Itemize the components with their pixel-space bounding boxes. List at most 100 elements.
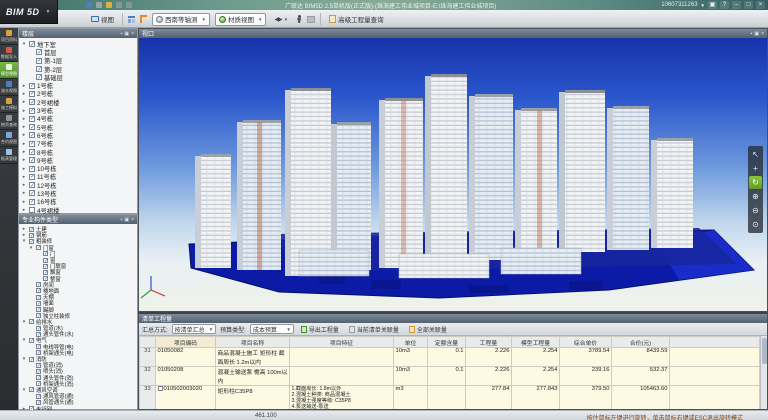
checkbox[interactable] bbox=[36, 326, 41, 331]
tree-item-地下室[interactable]: ▾地下室 bbox=[21, 40, 136, 48]
checkbox[interactable] bbox=[29, 83, 35, 89]
budget-type-dropdown[interactable]: 成本预算 ▼ bbox=[250, 324, 294, 334]
column-header[interactable]: 单位 bbox=[394, 337, 428, 348]
expander-icon[interactable]: ▾ bbox=[21, 356, 27, 362]
expander-icon[interactable]: ▸ bbox=[21, 83, 27, 89]
unit-cell[interactable]: 10m3 bbox=[394, 348, 428, 367]
nav-item-合约视图[interactable]: 合约视图 bbox=[0, 130, 18, 147]
unit-cell[interactable]: 10m3 bbox=[394, 367, 428, 386]
row-number[interactable]: 33 bbox=[140, 386, 156, 410]
app-logo[interactable]: BIM 5D ▼ bbox=[0, 0, 58, 24]
checkbox[interactable] bbox=[29, 319, 34, 324]
nav-item-模型视图[interactable]: 模型视图 bbox=[0, 62, 18, 79]
checkbox[interactable] bbox=[29, 141, 35, 147]
feature-cell[interactable]: 1.截面周长: 1.8m以外 2.混凝土种类: 商品混凝土 3.混凝土强度等级:… bbox=[290, 386, 394, 410]
tree-item-首层[interactable]: 首层 bbox=[21, 48, 136, 56]
checkbox[interactable] bbox=[29, 132, 35, 138]
checkbox[interactable] bbox=[36, 332, 41, 337]
expander-icon[interactable]: ▸ bbox=[21, 226, 27, 232]
all-quantity-button[interactable]: 全部关联量 bbox=[406, 324, 450, 335]
maximize-icon[interactable]: □ bbox=[744, 1, 753, 9]
chevron-down-icon[interactable]: ▼ bbox=[701, 3, 705, 8]
tree-item-基础层[interactable]: 基础层 bbox=[21, 73, 136, 81]
expander-icon[interactable]: ▾ bbox=[21, 41, 27, 47]
checkbox[interactable] bbox=[36, 66, 42, 72]
column-header[interactable]: 项目特征 bbox=[290, 337, 394, 348]
checkbox[interactable] bbox=[29, 116, 35, 122]
quantity-panel-header[interactable]: 清单工程量 bbox=[139, 314, 767, 323]
checkbox[interactable] bbox=[36, 400, 41, 405]
code-cell[interactable]: 01050208 bbox=[156, 367, 216, 386]
checkbox[interactable] bbox=[29, 233, 34, 238]
expander-icon[interactable]: ▾ bbox=[21, 337, 27, 343]
quota-cell[interactable] bbox=[428, 386, 466, 410]
quota-cell[interactable]: 0.1 bbox=[428, 348, 466, 367]
pin-icon[interactable]: ▪ bbox=[121, 217, 123, 223]
tree-item-4号裙楼[interactable]: ▸4号裙楼 bbox=[21, 206, 136, 214]
checkbox[interactable] bbox=[29, 157, 35, 163]
unit-cell[interactable]: m3 bbox=[394, 386, 428, 410]
checkbox[interactable] bbox=[36, 58, 42, 64]
batch-select-icon[interactable] bbox=[128, 16, 135, 23]
expander-icon[interactable]: ▸ bbox=[21, 132, 27, 138]
checkbox[interactable] bbox=[43, 264, 48, 269]
expander-icon[interactable]: ▸ bbox=[21, 157, 27, 163]
unit-price-cell[interactable]: 379.50 bbox=[560, 386, 612, 410]
expander-icon[interactable]: ▸ bbox=[21, 199, 27, 205]
lock-icon[interactable] bbox=[106, 2, 112, 8]
model-quantity-cell[interactable]: 2.254 bbox=[512, 348, 560, 367]
checkbox[interactable] bbox=[29, 166, 35, 172]
nav-item-项目资料[interactable]: 项目资料 bbox=[0, 28, 18, 45]
checkbox[interactable] bbox=[29, 239, 34, 244]
checkbox[interactable] bbox=[29, 227, 34, 232]
undo-icon[interactable] bbox=[116, 2, 122, 8]
row-number[interactable]: 32 bbox=[140, 367, 156, 386]
table-row[interactable]: 33010502003020矩形柱C35P81.截面周长: 1.8m以外 2.混… bbox=[140, 386, 760, 410]
expander-icon[interactable]: ▾ bbox=[21, 387, 27, 393]
nav-item-报表管理[interactable]: 报表管理 bbox=[0, 147, 18, 164]
view-button[interactable]: 视图 bbox=[88, 13, 117, 26]
scrollbar-thumb[interactable] bbox=[762, 338, 767, 364]
checkbox[interactable] bbox=[29, 357, 34, 362]
unit-price-cell[interactable]: 239.16 bbox=[560, 367, 612, 386]
nav-item-流水视图[interactable]: 流水视图 bbox=[0, 79, 18, 96]
total-price-cell[interactable]: 105463.60 bbox=[612, 386, 670, 410]
total-price-cell[interactable]: 8439.59 bbox=[612, 348, 670, 367]
row-number[interactable]: 31 bbox=[140, 348, 156, 367]
zoom-out-icon[interactable]: ⊖ bbox=[749, 204, 762, 217]
redo-icon[interactable] bbox=[126, 2, 132, 8]
table-scrollbar[interactable] bbox=[760, 336, 767, 409]
column-header[interactable]: 模型工程量 bbox=[512, 337, 560, 348]
pin-icon[interactable]: ▪ bbox=[751, 31, 753, 37]
feature-cell[interactable] bbox=[290, 348, 394, 367]
checkbox[interactable] bbox=[36, 288, 41, 293]
checkbox[interactable] bbox=[36, 282, 41, 287]
column-header[interactable]: 项目名称 bbox=[216, 337, 290, 348]
viewport-header[interactable]: 视口 ▪▣× bbox=[139, 29, 767, 38]
checkbox[interactable] bbox=[36, 301, 41, 306]
column-header[interactable]: 定额含量 bbox=[428, 337, 466, 348]
checkbox[interactable] bbox=[36, 381, 41, 386]
expander-icon[interactable]: ▸ bbox=[21, 149, 27, 155]
checkbox[interactable] bbox=[29, 41, 35, 47]
checkbox[interactable] bbox=[36, 74, 42, 80]
pin-icon[interactable]: ▪ bbox=[121, 31, 123, 37]
column-header[interactable]: 合价(元) bbox=[612, 337, 670, 348]
nav-item-施工模拟[interactable]: 施工模拟 bbox=[0, 96, 18, 113]
checkbox[interactable] bbox=[43, 270, 48, 275]
name-cell[interactable]: 混凝土输送泵 檐高 100m以内 bbox=[216, 367, 290, 386]
quantity-cell[interactable]: 2.226 bbox=[466, 348, 512, 367]
checkbox[interactable] bbox=[29, 182, 35, 188]
checkbox[interactable] bbox=[36, 375, 41, 380]
help-icon[interactable]: ? bbox=[720, 1, 729, 9]
axonometric-dropdown[interactable]: 西南等轴测 ▼ bbox=[152, 13, 210, 26]
total-price-cell[interactable]: 532.37 bbox=[612, 367, 670, 386]
checkbox[interactable] bbox=[43, 276, 48, 281]
unit-price-cell[interactable]: 3789.54 bbox=[560, 348, 612, 367]
expander-icon[interactable]: ▸ bbox=[21, 141, 27, 147]
component-types-header[interactable]: 专业构件类型 ▪▣× bbox=[19, 215, 137, 224]
expander-icon[interactable]: ▸ bbox=[21, 207, 27, 213]
row-checkbox[interactable] bbox=[158, 386, 163, 391]
checkbox[interactable] bbox=[36, 313, 41, 318]
export-quantity-button[interactable]: 导出工程量 bbox=[298, 324, 342, 335]
